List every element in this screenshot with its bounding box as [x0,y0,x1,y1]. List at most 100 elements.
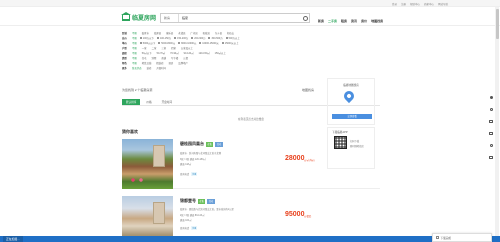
filter-option[interactable]: 300-500万 [208,36,223,40]
filter-option[interactable]: 不限 [132,56,137,60]
filter-option[interactable]: 临夏市 [142,31,149,35]
filter-option-label: 三室 [161,46,167,50]
filter-checkbox[interactable] [158,41,161,44]
filter-option[interactable]: 不限 [132,46,137,50]
filter-option[interactable]: 公寓 [183,56,188,60]
filter-option[interactable]: 500万以上 [225,36,240,40]
popup-checkbox[interactable] [436,236,439,239]
filter-option[interactable]: 50-70㎡ [157,51,166,55]
filter-option[interactable]: 200-300万 [191,36,205,40]
filter-option[interactable]: 装修 [147,66,152,70]
filter-option[interactable]: 二室 [152,46,157,50]
nav-item-new[interactable]: 新房 [318,19,324,23]
filter-option[interactable]: 广河县 [190,31,197,35]
filter-option[interactable]: 90-120㎡ [184,51,194,55]
filter-option[interactable]: 开盘时间 [156,66,166,70]
filter-option[interactable]: 不限 [132,36,137,40]
tab-default[interactable]: 默认排序 [122,99,141,105]
top-link-login[interactable]: 登录 [392,2,397,6]
filter-option[interactable]: 100-150万 [156,36,171,40]
filter-option[interactable]: 10000-15000元 [199,41,219,45]
filter-checkbox[interactable] [191,36,194,39]
filter-option[interactable]: 三室 [161,46,166,50]
filter-checkbox[interactable] [221,41,224,44]
back-to-top-icon[interactable] [489,156,493,159]
filter-option[interactable]: 临夏县 [154,31,161,35]
filter-option[interactable]: 5000-8000元 [158,41,175,45]
filter-option[interactable]: 商铺 [161,56,166,60]
top-link-help[interactable]: 帮助中心 [410,2,420,6]
search-scope-select[interactable]: 新房 [161,14,179,22]
listing-title[interactable]: 碧桂园凤凰台 在售 住宅 [180,141,223,147]
filter-option[interactable]: 地铁沿线 [142,61,152,65]
filter-option[interactable]: 不限 [132,51,137,55]
filter-option[interactable]: 5000元以下 [139,41,155,45]
filter-checkbox[interactable] [178,41,181,44]
filter-option[interactable]: 15000元以上 [221,41,239,45]
filter-checkbox[interactable] [174,36,177,39]
filter-option[interactable]: 四室 [171,46,176,50]
nav-item-resale[interactable]: 二手房 [328,19,337,23]
filter-option[interactable]: 不限 [132,31,137,35]
top-link-sitemap[interactable]: 网站导航 [438,2,448,6]
filter-option[interactable]: 120-150㎡ [199,51,210,55]
tab-open-date[interactable]: 开盘时间 [158,99,176,105]
filter-option-label: 90-120㎡ [183,51,194,55]
filter-options: 不限 一室 二室 三室 四室 五室及以上 [132,46,193,50]
filter-option[interactable]: 和政县 [203,31,210,35]
filter-checkbox[interactable] [199,41,202,44]
tab-price[interactable]: 价格 [142,99,155,105]
nav-item-rent[interactable]: 租房 [341,19,347,23]
filter-row-label: 面积 [122,51,127,55]
search-input[interactable]: 临夏 [179,16,301,20]
filter-option[interactable]: 精装修 [156,61,163,65]
message-icon[interactable] [489,120,493,123]
listing-title[interactable]: 锦都壹号 在售 住宅 [180,198,215,204]
listing-name[interactable]: 锦都壹号 [180,198,196,204]
filter-option[interactable]: 五室及以上 [181,46,193,50]
filter-option[interactable]: 永靖县 [178,31,185,35]
contact-label[interactable]: 咨询电话 [180,226,189,230]
download-popup[interactable]: 下载完成 [432,233,492,242]
filter-checkbox[interactable] [225,36,228,39]
filter-option[interactable]: 不限 [132,41,137,45]
filter-checkbox[interactable] [156,36,159,39]
filter-option[interactable]: 售卖状态 [132,66,142,70]
filter-option[interactable]: 70-90㎡ [170,51,179,55]
vertical-scrollbar[interactable] [495,7,499,242]
compare-icon[interactable] [489,132,493,135]
filter-option[interactable]: 100万以下 [139,36,154,40]
top-link-register[interactable]: 注册 [401,2,406,6]
filter-option[interactable]: 康乐县 [166,31,173,35]
map-view-link[interactable]: 地图找房 [302,88,314,92]
more-icon[interactable] [489,96,493,99]
feedback-icon[interactable] [489,144,493,147]
filter-option[interactable]: 现房 [169,61,174,65]
filter-option[interactable]: 品牌地产 [178,61,188,65]
filter-option[interactable]: 一室 [142,46,147,50]
filter-option[interactable]: 住宅 [142,56,147,60]
filter-option[interactable]: 东乡县 [215,31,222,35]
nav-item-map[interactable]: 地图找房 [371,19,383,23]
filter-option[interactable]: 积石山 [227,31,234,35]
filter-option[interactable]: 别墅 [152,56,157,60]
nav-item-price[interactable]: 房价 [361,19,367,23]
filter-option[interactable]: 写字楼 [171,56,178,60]
listing-photo[interactable] [122,139,173,189]
map-open-button[interactable]: 立即查看 [332,114,372,119]
listing-name[interactable]: 碧桂园凤凰台 [180,141,204,147]
filter-checkbox[interactable] [139,36,142,39]
filter-option[interactable]: 8000-10000元 [178,41,196,45]
filter-checkbox[interactable] [139,41,142,44]
chat-icon[interactable] [489,108,493,111]
contact-label[interactable]: 咨询电话 [180,172,189,176]
top-link-merchant[interactable]: 商家中心 [424,2,434,6]
filter-option[interactable]: 不限 [132,61,137,65]
scrollbar-thumb[interactable] [495,9,499,39]
filter-option[interactable]: 50㎡以下 [142,51,152,55]
filter-option[interactable]: 150-200万 [174,36,188,40]
filter-option[interactable]: 150㎡以上 [215,51,226,55]
search-icon[interactable] [301,14,309,22]
site-logo[interactable]: 临夏房网 [121,12,156,22]
nav-item-news[interactable]: 资讯 [351,19,357,23]
